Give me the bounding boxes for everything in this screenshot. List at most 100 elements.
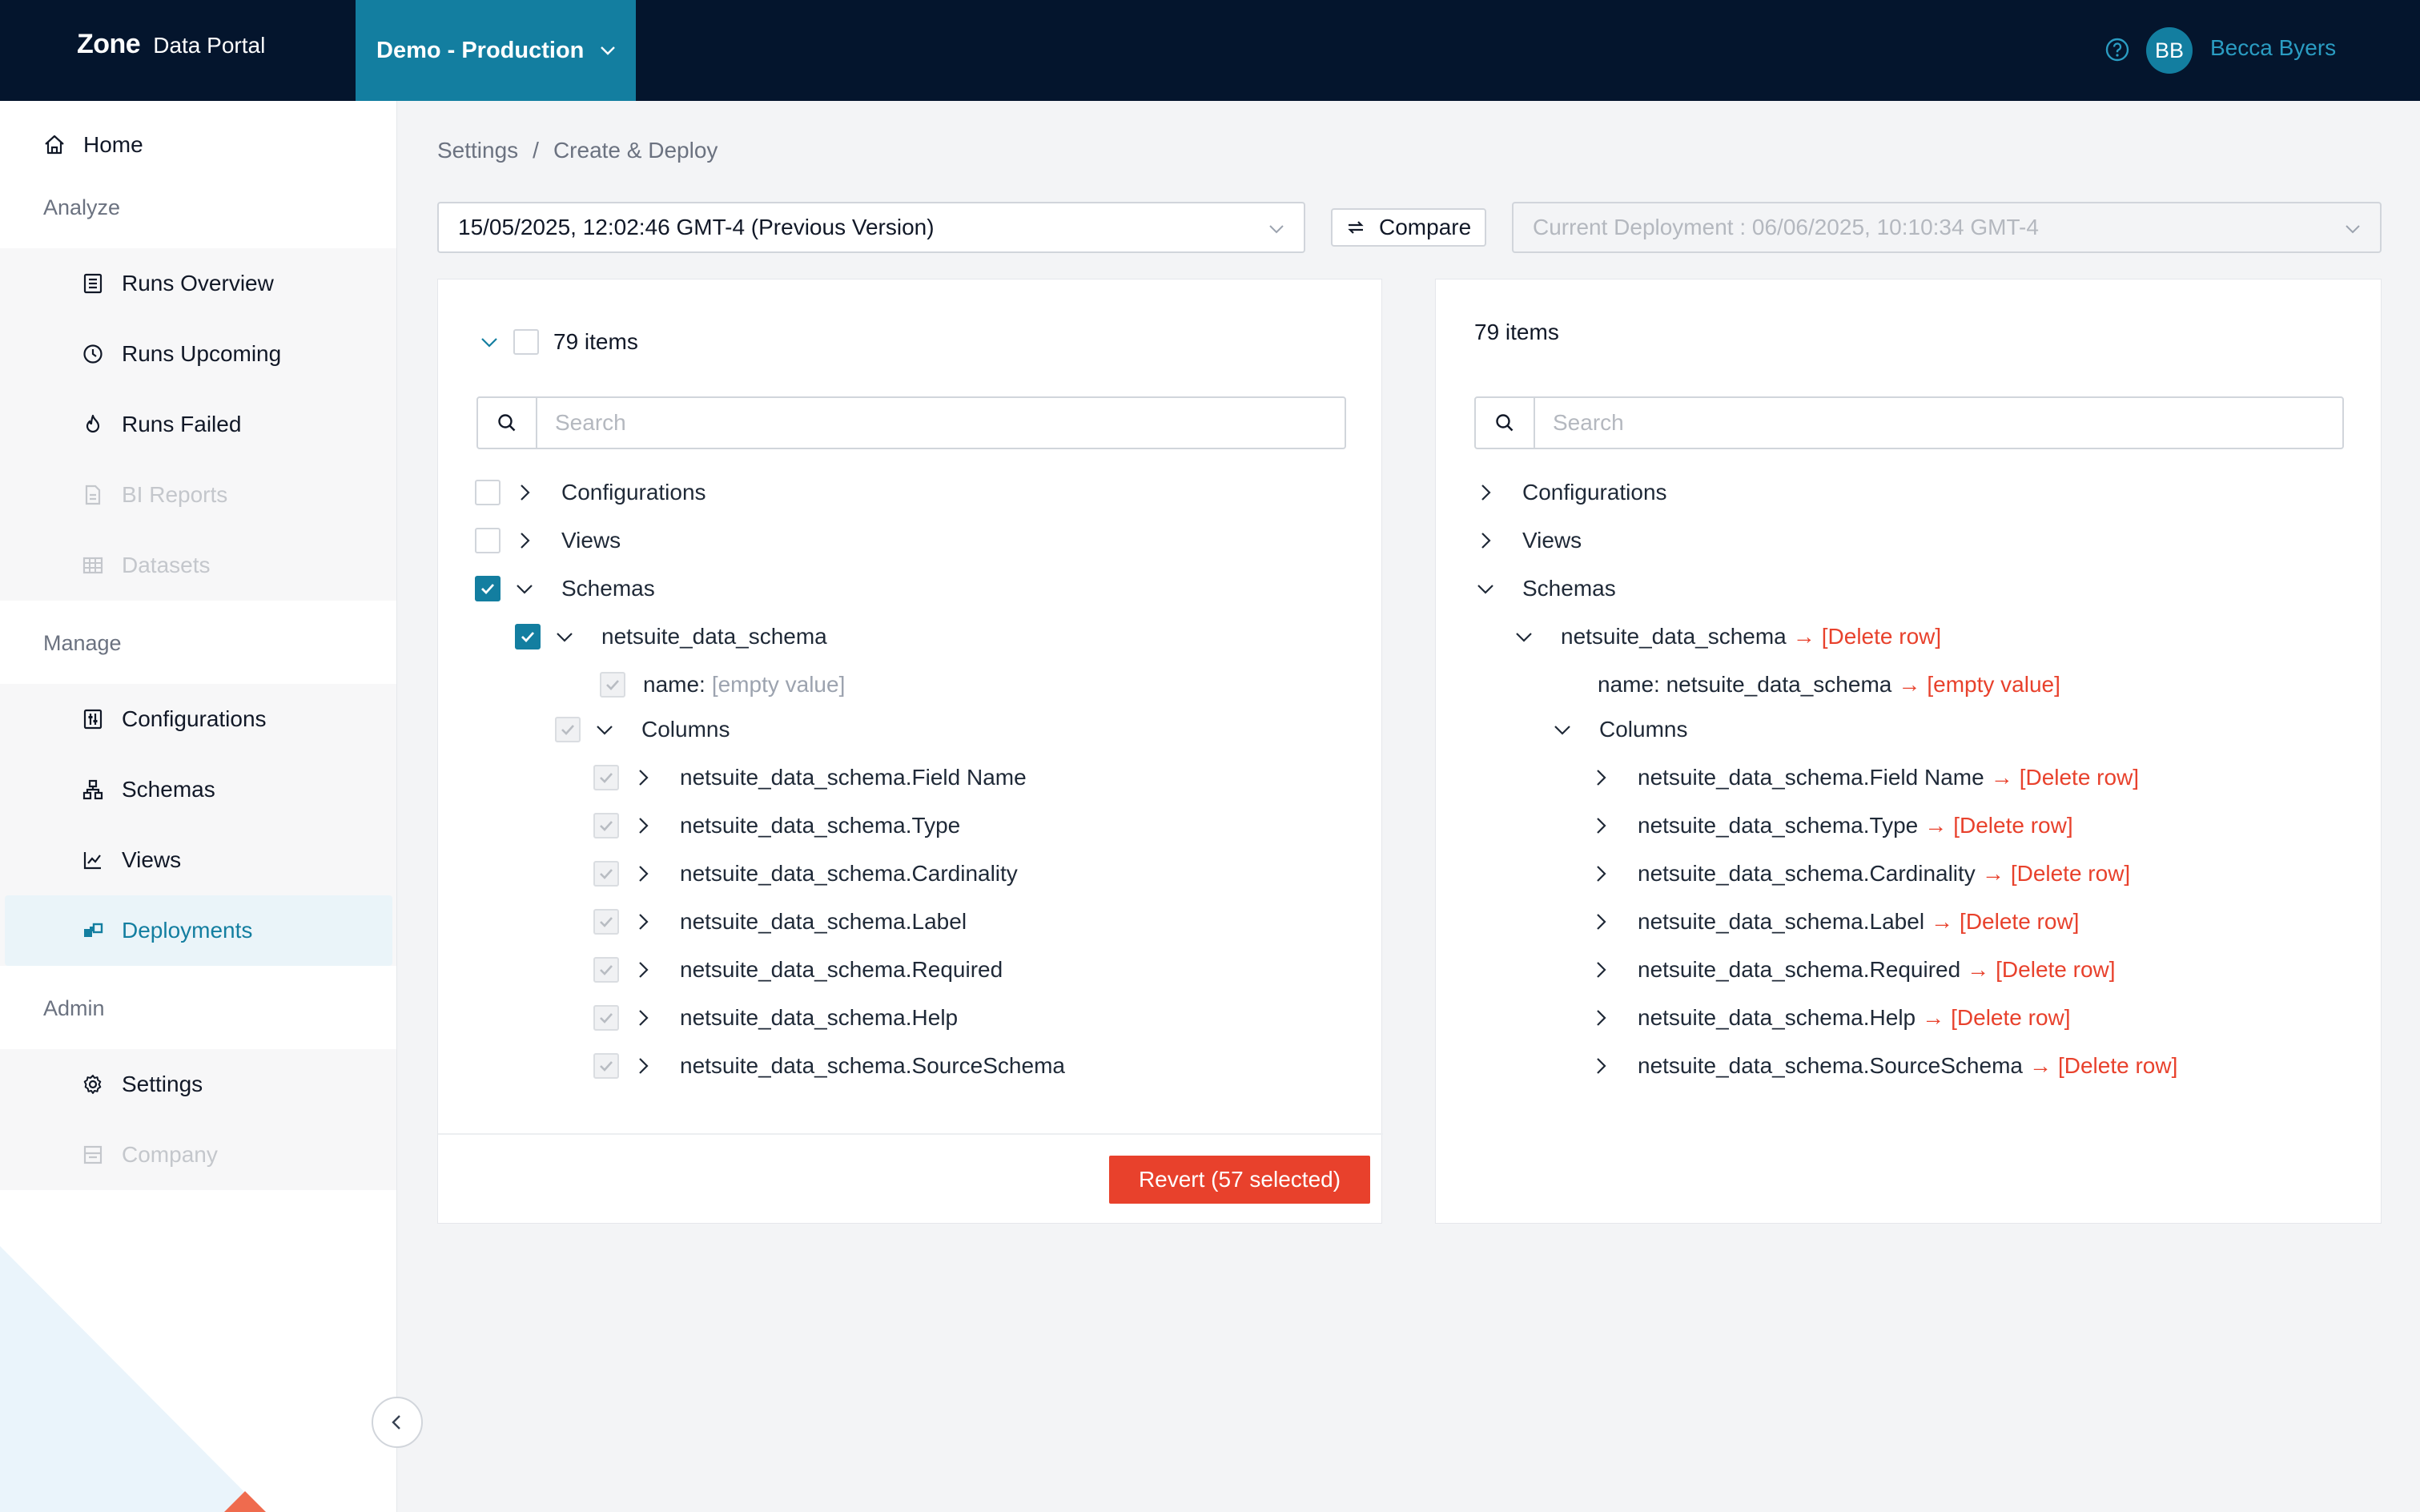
checkbox-disabled bbox=[593, 957, 619, 983]
sidebar: Home Analyze Runs Overview Runs Upcoming… bbox=[0, 101, 397, 1512]
tree-item-column[interactable]: netsuite_data_schema.Required → [Delete … bbox=[1588, 954, 2116, 986]
select-all-checkbox[interactable] bbox=[513, 329, 539, 355]
chevron-down-icon[interactable] bbox=[592, 717, 617, 742]
tree-item-column[interactable]: netsuite_data_schema.Label bbox=[593, 906, 967, 938]
search-input[interactable] bbox=[537, 398, 1345, 448]
arrow-right-icon: → bbox=[1898, 672, 1921, 697]
chevron-down-icon[interactable] bbox=[1511, 624, 1537, 649]
tree-item-column[interactable]: netsuite_data_schema.Cardinality bbox=[593, 858, 1018, 890]
search-input[interactable] bbox=[1535, 398, 2342, 448]
sidebar-item-deployments[interactable]: Deployments bbox=[5, 895, 392, 966]
tree-item-label: Views bbox=[561, 528, 621, 553]
chevron-right-icon[interactable] bbox=[1473, 480, 1498, 505]
chevron-right-icon[interactable] bbox=[630, 765, 656, 790]
items-count: 79 items bbox=[1474, 320, 1559, 344]
tree-item-label: netsuite_data_schema.Label bbox=[680, 909, 967, 934]
help-icon[interactable] bbox=[2104, 37, 2130, 62]
tree-item-column[interactable]: netsuite_data_schema.Field Name → [Delet… bbox=[1588, 762, 2139, 794]
chevron-right-icon[interactable] bbox=[630, 1053, 656, 1079]
tree-item-label: netsuite_data_schema.Type bbox=[680, 813, 961, 838]
sidebar-item-runs-failed[interactable]: Runs Failed bbox=[0, 389, 396, 460]
tree-item-column[interactable]: netsuite_data_schema.Help → [Delete row] bbox=[1588, 1002, 2071, 1034]
chevron-right-icon[interactable] bbox=[630, 813, 656, 838]
fire-icon bbox=[80, 412, 106, 437]
tree-item-views[interactable]: Views bbox=[475, 525, 621, 557]
chevron-right-icon[interactable] bbox=[1588, 765, 1614, 790]
chevron-right-icon[interactable] bbox=[1588, 1053, 1614, 1079]
tree-item-column[interactable]: netsuite_data_schema.Type → [Delete row] bbox=[1588, 810, 2073, 842]
tree-item-schemas[interactable]: Schemas bbox=[475, 573, 655, 605]
tree-item-column[interactable]: netsuite_data_schema.SourceSchema bbox=[593, 1050, 1065, 1082]
chevron-right-icon[interactable] bbox=[1588, 957, 1614, 983]
breadcrumb-separator: / bbox=[533, 138, 539, 163]
tree-item-label: Configurations bbox=[561, 480, 706, 505]
change-value: [Delete row] bbox=[2057, 1053, 2178, 1078]
app-logo[interactable]: Zone Data Portal bbox=[77, 29, 265, 72]
revert-button[interactable]: Revert (57 selected) bbox=[1109, 1156, 1370, 1204]
tree-item-column[interactable]: netsuite_data_schema.SourceSchema → [Del… bbox=[1588, 1050, 2177, 1082]
checkbox-checked[interactable] bbox=[475, 576, 500, 601]
chevron-right-icon[interactable] bbox=[512, 528, 537, 553]
section-label-manage: Manage bbox=[43, 631, 122, 655]
checkbox-disabled bbox=[593, 909, 619, 935]
tree-item-configurations[interactable]: Configurations bbox=[1473, 477, 1667, 509]
sidebar-item-runs-overview[interactable]: Runs Overview bbox=[0, 248, 396, 319]
chevron-down-icon[interactable] bbox=[1550, 717, 1575, 742]
tree-item-schema[interactable]: netsuite_data_schema bbox=[515, 621, 827, 653]
user-name[interactable]: Becca Byers bbox=[2210, 35, 2336, 61]
compare-button[interactable]: Compare bbox=[1331, 208, 1486, 247]
sidebar-item-settings[interactable]: Settings bbox=[0, 1049, 396, 1120]
checkbox-checked[interactable] bbox=[515, 624, 541, 649]
chevron-right-icon[interactable] bbox=[1588, 813, 1614, 838]
chevron-right-icon[interactable] bbox=[1588, 861, 1614, 887]
tree-item-column[interactable]: netsuite_data_schema.Cardinality → [Dele… bbox=[1588, 858, 2130, 890]
checkbox[interactable] bbox=[475, 480, 500, 505]
sidebar-item-views[interactable]: Views bbox=[0, 825, 396, 895]
sidebar-item-schemas[interactable]: Schemas bbox=[0, 754, 396, 825]
tree-item-column[interactable]: netsuite_data_schema.Label → [Delete row… bbox=[1588, 906, 2079, 938]
collapse-sidebar-button[interactable] bbox=[372, 1397, 423, 1448]
checkbox-disabled bbox=[555, 717, 581, 742]
tree-item-columns[interactable]: Columns bbox=[1550, 714, 1687, 746]
checkbox-disabled bbox=[593, 1053, 619, 1079]
environment-selector[interactable]: Demo - Production bbox=[356, 0, 636, 101]
chevron-right-icon[interactable] bbox=[630, 1005, 656, 1031]
tree-item-schema[interactable]: netsuite_data_schema → [Delete row] bbox=[1511, 621, 1941, 653]
chevron-right-icon[interactable] bbox=[630, 909, 656, 935]
chevron-down-icon[interactable] bbox=[552, 624, 577, 649]
chevron-down-icon[interactable] bbox=[512, 576, 537, 601]
tree-item-configurations[interactable]: Configurations bbox=[475, 477, 706, 509]
sidebar-item-configurations[interactable]: Configurations bbox=[0, 684, 396, 754]
chevron-right-icon[interactable] bbox=[512, 480, 537, 505]
chevron-right-icon[interactable] bbox=[1473, 528, 1498, 553]
chevron-down-icon bbox=[598, 41, 617, 60]
tree-item-columns[interactable]: Columns bbox=[555, 714, 730, 746]
checkbox-disabled bbox=[600, 672, 625, 698]
chevron-left-icon bbox=[388, 1413, 407, 1432]
tree-item-label: Schemas bbox=[1522, 576, 1616, 601]
sidebar-item-label: Views bbox=[122, 847, 182, 872]
tree-item-column[interactable]: netsuite_data_schema.Help bbox=[593, 1002, 958, 1034]
tree-item-schemas[interactable]: Schemas bbox=[1473, 573, 1616, 605]
checkbox[interactable] bbox=[475, 528, 500, 553]
tree-item-column[interactable]: netsuite_data_schema.Field Name bbox=[593, 762, 1027, 794]
chevron-down-icon bbox=[1267, 219, 1286, 239]
sidebar-item-home[interactable]: Home bbox=[0, 117, 396, 173]
sidebar-item-runs-upcoming[interactable]: Runs Upcoming bbox=[0, 319, 396, 389]
chevron-right-icon[interactable] bbox=[1588, 1005, 1614, 1031]
breadcrumb-settings[interactable]: Settings bbox=[437, 138, 518, 163]
field-label: name: netsuite_data_schema bbox=[1598, 672, 1892, 697]
chevron-down-icon[interactable] bbox=[1473, 576, 1498, 601]
tree-item-label: netsuite_data_schema.Help bbox=[680, 1005, 959, 1030]
chevron-down-icon[interactable] bbox=[476, 329, 502, 355]
chevron-right-icon[interactable] bbox=[630, 957, 656, 983]
field-value: [empty value] bbox=[711, 672, 846, 697]
tree-item-views[interactable]: Views bbox=[1473, 525, 1582, 557]
arrow-right-icon: → bbox=[1931, 909, 1954, 934]
tree-item-column[interactable]: netsuite_data_schema.Type bbox=[593, 810, 960, 842]
avatar[interactable]: BB bbox=[2146, 27, 2193, 74]
chevron-right-icon[interactable] bbox=[630, 861, 656, 887]
tree-item-column[interactable]: netsuite_data_schema.Required bbox=[593, 954, 1003, 986]
chevron-right-icon[interactable] bbox=[1588, 909, 1614, 935]
version-select[interactable]: 15/05/2025, 12:02:46 GMT-4 (Previous Ver… bbox=[437, 202, 1305, 253]
